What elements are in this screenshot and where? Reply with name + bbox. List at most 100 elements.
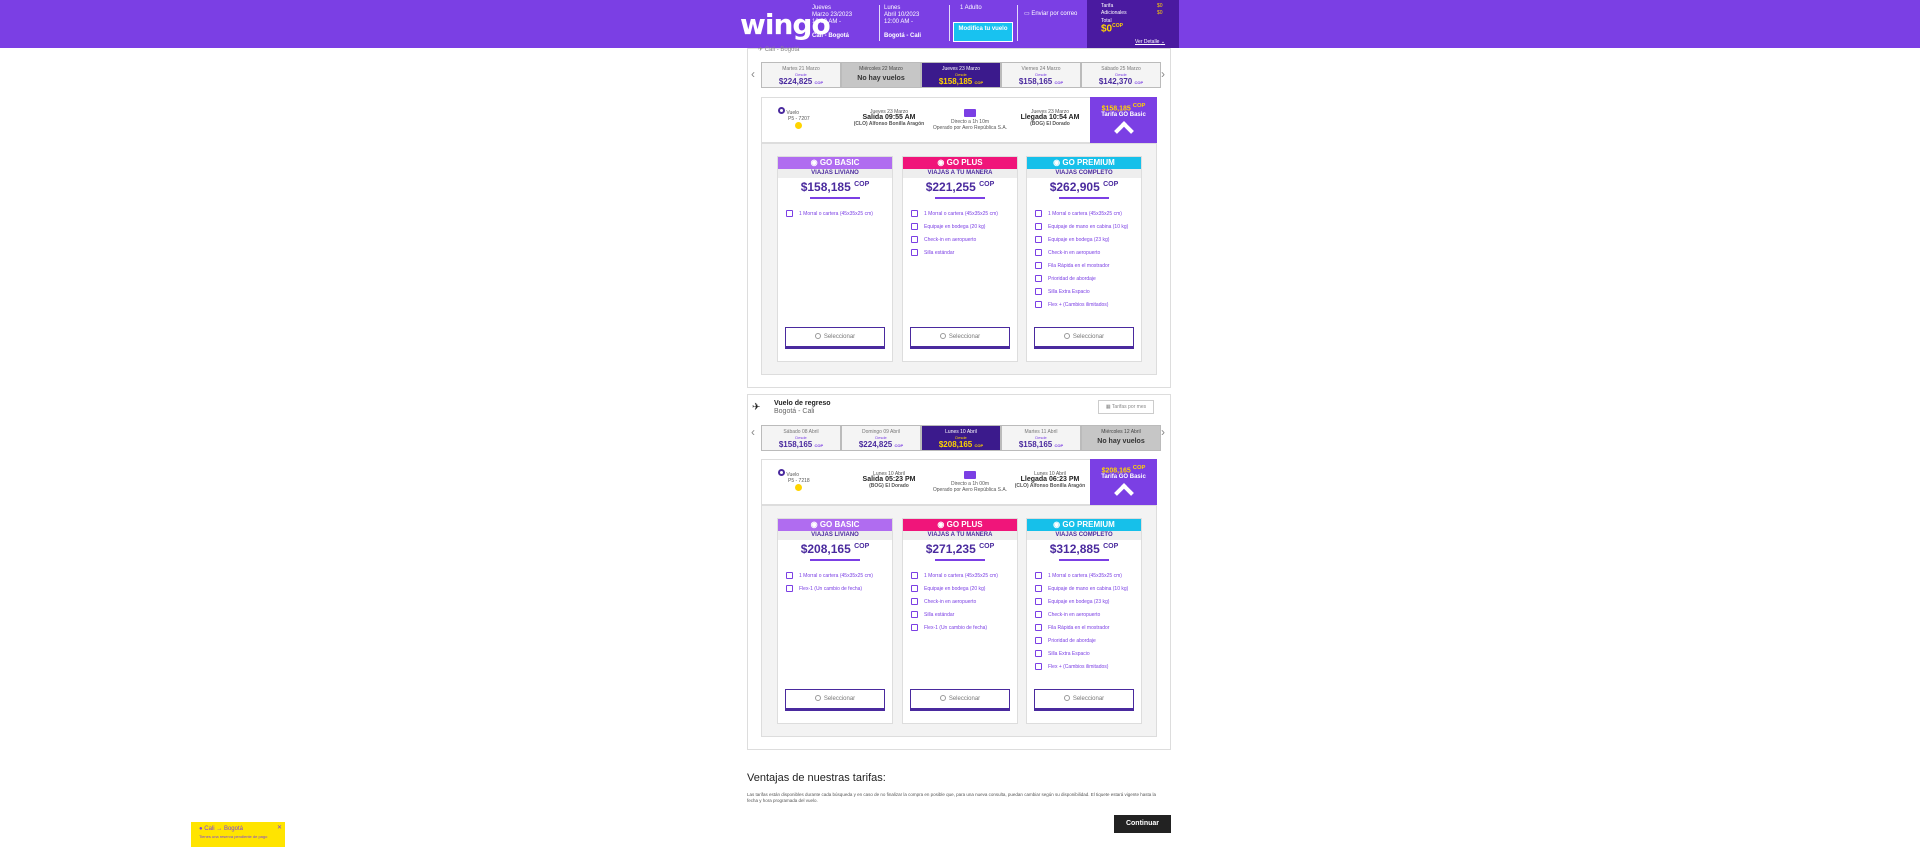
carry-on-icon — [1035, 585, 1042, 592]
date-tab-selected[interactable]: Jueves 23 Marzo Desde $158,185 COP — [921, 62, 1001, 88]
fare-price: $208,165 COP — [800, 542, 870, 556]
flight-duration: Directo a 1h 00m Operado por Aero Repúbli… — [930, 471, 1010, 493]
fare-feature: 1 Morral o cartera (45x35x25 cm) — [1027, 207, 1141, 220]
fare-feature: Prioridad de abordaje — [1027, 634, 1141, 647]
date-tab[interactable]: Martes 21 Marzo Desde $224,825 COP — [761, 62, 841, 88]
fare-feature: Flex + (Cambios ilimitados) — [1027, 660, 1141, 673]
monthly-fares-button[interactable]: ▦ Tarifas por mes — [1098, 400, 1154, 414]
pending-booking-notice[interactable]: ● Cali → Bogotá Tienes una reserva pendi… — [191, 822, 285, 847]
backpack-icon — [786, 572, 793, 579]
backpack-icon — [911, 210, 918, 217]
date-tab[interactable]: Martes 11 Abril Desde $158,165 COP — [1001, 425, 1081, 451]
send-email-link[interactable]: ▭ Enviar por correo — [1024, 11, 1077, 18]
priority-icon — [1035, 275, 1042, 282]
select-fare-button[interactable]: Seleccionar — [1034, 689, 1134, 711]
modify-flight-button[interactable]: Modifica tu vuelo — [953, 22, 1013, 42]
fare-feature: 1 Morral o cartera (45x35x25 cm) — [903, 569, 1017, 582]
fare-price: $312,885 COP — [1049, 542, 1119, 556]
select-fare-button[interactable]: Seleccionar — [910, 689, 1010, 711]
return-flight-row[interactable]: Vuelo P5 - 7218 Lunes 10 Abril Salida 05:2… — [761, 459, 1157, 505]
pin-icon: ● — [199, 826, 203, 832]
prev-dates-arrow[interactable]: ‹ — [751, 67, 755, 81]
luggage-icon — [911, 223, 918, 230]
radio-icon — [939, 333, 946, 339]
selected-fare-toggle[interactable]: $208,165 COP Tarifa GO Basic — [1090, 459, 1157, 505]
price-summary: Tarifa $0 Adicionales $0 Total $0COP Ver… — [1087, 0, 1179, 48]
summary-adicionales-value: $0 — [1157, 10, 1163, 16]
select-fare-button[interactable]: Seleccionar — [910, 327, 1010, 349]
date-tab[interactable]: Miércoles 22 Marzo No hay vuelos — [841, 62, 921, 88]
outbound-date-strip: Martes 21 Marzo Desde $224,825 COP Miércol… — [761, 62, 1161, 88]
arrival-info: Jueves 23 Marzo Llegada 10:54 AM (BOG) El … — [1020, 109, 1080, 127]
fare-subtitle: VIAJAS COMPLETO — [1027, 531, 1141, 540]
date-tab[interactable]: Viernes 24 Marzo Desde $158,165 COP — [1001, 62, 1081, 88]
divider — [935, 559, 985, 561]
seat-icon — [1035, 650, 1042, 657]
out-time: 12:00 AM - — [812, 19, 842, 25]
fare-card-go-basic: ◉ GO BASIC VIAJAS LIVIANO $208,165 COP 1… — [777, 518, 893, 724]
fare-subtitle: VIAJAS COMPLETO — [1027, 169, 1141, 178]
select-fare-button[interactable]: Seleccionar — [785, 327, 885, 349]
outbound-section: ✈ Cali - Bogotá ‹ › Martes 21 Marzo Desde… — [747, 47, 1171, 388]
fare-subtitle: VIAJAS A TU MANERA — [903, 169, 1017, 178]
date-tab[interactable]: Miércoles 12 Abril No hay vuelos — [1081, 425, 1161, 451]
outbound-flight-row[interactable]: Vuelo P5 - 7207 Jueves 23 Marzo Salida 09:… — [761, 97, 1157, 143]
return-title: Vuelo de regreso — [774, 400, 831, 407]
next-dates-arrow[interactable]: › — [1161, 67, 1165, 81]
summary-tarifa-label: Tarifa — [1101, 3, 1114, 9]
date-tab[interactable]: Sábado 25 Marzo Desde $142,370 COP — [1081, 62, 1161, 88]
return-date-strip: Sábado 08 Abril Desde $158,165 COP Domingo… — [761, 425, 1161, 451]
return-fare-cards: ◉ GO BASIC VIAJAS LIVIANO $208,165 COP 1… — [761, 505, 1157, 737]
fare-card-go-plus: ◉ GO PLUS VIAJAS A TU MANERA $271,235 CO… — [902, 518, 1018, 724]
fare-feature: Equipaje en bodega (20 kg) — [903, 582, 1017, 595]
divider — [1017, 5, 1018, 41]
fare-feature: Equipaje en bodega (20 kg) — [903, 220, 1017, 233]
radio-icon — [814, 695, 821, 701]
flight-number: Vuelo P5 - 7218 — [778, 469, 810, 493]
date-tab[interactable]: Domingo 09 Abril Desde $224,825 COP — [841, 425, 921, 451]
summary-tarifa-value: $0 — [1157, 3, 1163, 9]
prev-dates-arrow[interactable]: ‹ — [751, 425, 755, 439]
ver-detalle-link[interactable]: Ver Detalle ⌄ — [1135, 39, 1165, 45]
fare-card-go-premium: ◉ GO PREMIUM VIAJAS COMPLETO $262,905 CO… — [1026, 156, 1142, 362]
close-icon[interactable]: ✕ — [277, 824, 282, 831]
fare-feature: Flex-1 (Un cambio de fecha) — [778, 582, 892, 595]
fast-lane-icon — [1035, 624, 1042, 631]
radio-selected-icon[interactable] — [778, 107, 785, 114]
out-route: Cali - Bogotá — [812, 33, 849, 39]
radio-selected-icon[interactable] — [778, 469, 785, 476]
fare-price: $158,185 COP — [800, 180, 870, 194]
next-dates-arrow[interactable]: › — [1161, 425, 1165, 439]
fare-feature: Equipaje en bodega (23 kg) — [1027, 595, 1141, 608]
ret-route: Bogotá - Cali — [884, 33, 921, 39]
backpack-icon — [911, 572, 918, 579]
carry-on-icon — [1035, 223, 1042, 230]
fare-feature: 1 Morral o cartera (45x35x25 cm) — [778, 207, 892, 220]
select-fare-button[interactable]: Seleccionar — [785, 689, 885, 711]
fare-card-go-premium: ◉ GO PREMIUM VIAJAS COMPLETO $312,885 CO… — [1026, 518, 1142, 724]
luggage-icon — [911, 585, 918, 592]
fare-name: ◉ GO BASIC — [778, 519, 892, 531]
checkin-icon — [911, 236, 918, 243]
fare-name: ◉ GO PREMIUM — [1027, 519, 1141, 531]
departure-info: Lunes 10 Abril Salida 05:23 PM (BOG) El Do… — [862, 471, 916, 489]
fare-feature: Equipaje en bodega (23 kg) — [1027, 233, 1141, 246]
radio-icon — [1063, 695, 1070, 701]
divider — [949, 5, 950, 41]
ret-time: 12:00 AM - — [884, 19, 914, 25]
continue-button[interactable]: Continuar — [1114, 815, 1171, 833]
date-tab[interactable]: Sábado 08 Abril Desde $158,165 COP — [761, 425, 841, 451]
checkin-icon — [911, 598, 918, 605]
divider — [935, 197, 985, 199]
outbound-summary: Jueves Marzo 23/2023 12:00 AM - Cali - B… — [812, 5, 852, 40]
flight-number: Vuelo P5 - 7207 — [778, 107, 810, 131]
select-fare-button[interactable]: Seleccionar — [1034, 327, 1134, 349]
date-tab-selected[interactable]: Lunes 10 Abril Desde $208,165 COP — [921, 425, 1001, 451]
send-email-label: Enviar por correo — [1031, 11, 1078, 17]
selected-fare-toggle[interactable]: $158,185 COP Tarifa GO Basic — [1090, 97, 1157, 143]
fare-feature: Flex-1 (Un cambio de fecha) — [903, 621, 1017, 634]
radio-icon — [1063, 333, 1070, 339]
fare-card-go-basic: ◉ GO BASIC VIAJAS LIVIANO $158,185 COP 1… — [777, 156, 893, 362]
flex-icon — [786, 585, 793, 592]
fare-feature: Check-in en aeropuerto — [1027, 608, 1141, 621]
